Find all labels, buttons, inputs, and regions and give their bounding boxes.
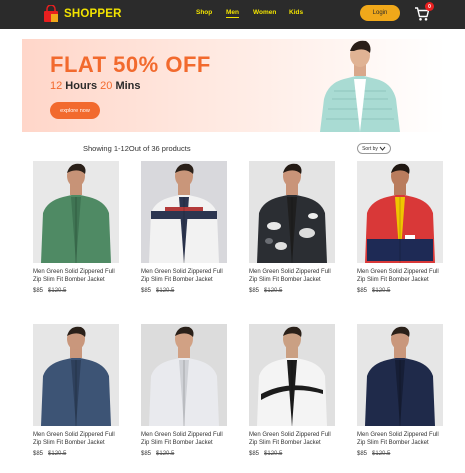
banner-title: FLAT 50% OFF	[50, 52, 211, 77]
nav-link-men[interactable]: Men	[226, 9, 239, 18]
product-old-price: $120.5	[156, 451, 175, 457]
product-price: $85	[141, 288, 152, 294]
product-card[interactable]: Men Green Solid Zippered Full Zip Slim F…	[357, 161, 443, 294]
product-price-row: $85 $120.5	[249, 288, 335, 294]
product-price-row: $85 $120.5	[141, 451, 227, 457]
cart-count-badge: 0	[425, 2, 434, 11]
product-name[interactable]: Men Green Solid Zippered Full Zip Slim F…	[249, 431, 335, 447]
logo-text: SHOPPER	[64, 8, 122, 20]
product-price: $85	[249, 288, 260, 294]
product-image	[141, 161, 227, 263]
results-count: Showing 1-12Out of 36 products	[83, 144, 191, 153]
top-navbar: SHOPPER Shop Men Women Kids Login 0	[0, 0, 465, 29]
product-price: $85	[33, 288, 44, 294]
nav-link-kids[interactable]: Kids	[289, 9, 303, 16]
nav-link-women[interactable]: Women	[253, 9, 276, 16]
product-old-price: $120.5	[264, 288, 283, 294]
product-old-price: $120.5	[372, 451, 391, 457]
logo[interactable]: SHOPPER	[42, 4, 122, 24]
product-image-wrap[interactable]	[249, 324, 335, 426]
product-price-row: $85 $120.5	[357, 451, 443, 457]
product-name[interactable]: Men Green Solid Zippered Full Zip Slim F…	[33, 268, 119, 284]
product-price-row: $85 $120.5	[249, 451, 335, 457]
product-name[interactable]: Men Green Solid Zippered Full Zip Slim F…	[141, 431, 227, 447]
product-price: $85	[249, 451, 260, 457]
product-old-price: $120.5	[48, 288, 67, 294]
product-card[interactable]: Men Green Solid Zippered Full Zip Slim F…	[141, 324, 227, 457]
chevron-down-icon	[379, 146, 386, 151]
product-name[interactable]: Men Green Solid Zippered Full Zip Slim F…	[141, 268, 227, 284]
product-image	[249, 324, 335, 426]
product-old-price: $120.5	[372, 288, 391, 294]
product-price: $85	[357, 288, 368, 294]
product-price: $85	[141, 451, 152, 457]
product-price-row: $85 $120.5	[141, 288, 227, 294]
countdown-mins-label: Mins	[112, 80, 141, 92]
countdown-mins: 20	[100, 80, 113, 92]
countdown-hours-label: Hours	[62, 80, 101, 92]
product-image-wrap[interactable]	[141, 324, 227, 426]
shopping-bag-icon	[44, 5, 58, 22]
product-card[interactable]: Men Green Solid Zippered Full Zip Slim F…	[141, 161, 227, 294]
sort-by-dropdown[interactable]: Sort by	[357, 143, 391, 154]
sort-by-label: Sort by	[362, 145, 378, 152]
product-name[interactable]: Men Green Solid Zippered Full Zip Slim F…	[249, 268, 335, 284]
banner-model-image	[320, 40, 400, 132]
promo-banner: FLAT 50% OFF 12 Hours 20 Mins explore no…	[22, 39, 445, 132]
product-card[interactable]: Men Green Solid Zippered Full Zip Slim F…	[33, 324, 119, 457]
product-image-wrap[interactable]	[357, 161, 443, 263]
cart-button[interactable]: 0	[414, 2, 434, 22]
product-old-price: $120.5	[264, 451, 283, 457]
countdown-hours: 12	[50, 80, 63, 92]
product-image-wrap[interactable]	[141, 161, 227, 263]
product-image-wrap[interactable]	[249, 161, 335, 263]
product-name[interactable]: Men Green Solid Zippered Full Zip Slim F…	[357, 431, 443, 447]
product-card[interactable]: Men Green Solid Zippered Full Zip Slim F…	[249, 161, 335, 294]
product-name[interactable]: Men Green Solid Zippered Full Zip Slim F…	[357, 268, 443, 284]
login-button[interactable]: Login	[360, 5, 400, 21]
product-image	[33, 324, 119, 426]
product-image	[249, 161, 335, 263]
product-image	[357, 161, 443, 263]
product-image-wrap[interactable]	[357, 324, 443, 426]
banner-countdown: 12 Hours 20 Mins	[50, 80, 141, 92]
product-image-wrap[interactable]	[33, 324, 119, 426]
nav-link-shop[interactable]: Shop	[196, 9, 212, 16]
product-image	[357, 324, 443, 426]
product-image	[33, 161, 119, 263]
product-card[interactable]: Men Green Solid Zippered Full Zip Slim F…	[249, 324, 335, 457]
product-price: $85	[357, 451, 368, 457]
product-price-row: $85 $120.5	[33, 288, 119, 294]
product-image	[141, 324, 227, 426]
product-image-wrap[interactable]	[33, 161, 119, 263]
product-price-row: $85 $120.5	[33, 451, 119, 457]
product-old-price: $120.5	[48, 451, 67, 457]
product-card[interactable]: Men Green Solid Zippered Full Zip Slim F…	[357, 324, 443, 457]
product-price-row: $85 $120.5	[357, 288, 443, 294]
product-name[interactable]: Men Green Solid Zippered Full Zip Slim F…	[33, 431, 119, 447]
product-price: $85	[33, 451, 44, 457]
explore-now-button[interactable]: explore now	[50, 102, 100, 119]
product-old-price: $120.5	[156, 288, 175, 294]
product-card[interactable]: Men Green Solid Zippered Full Zip Slim F…	[33, 161, 119, 294]
